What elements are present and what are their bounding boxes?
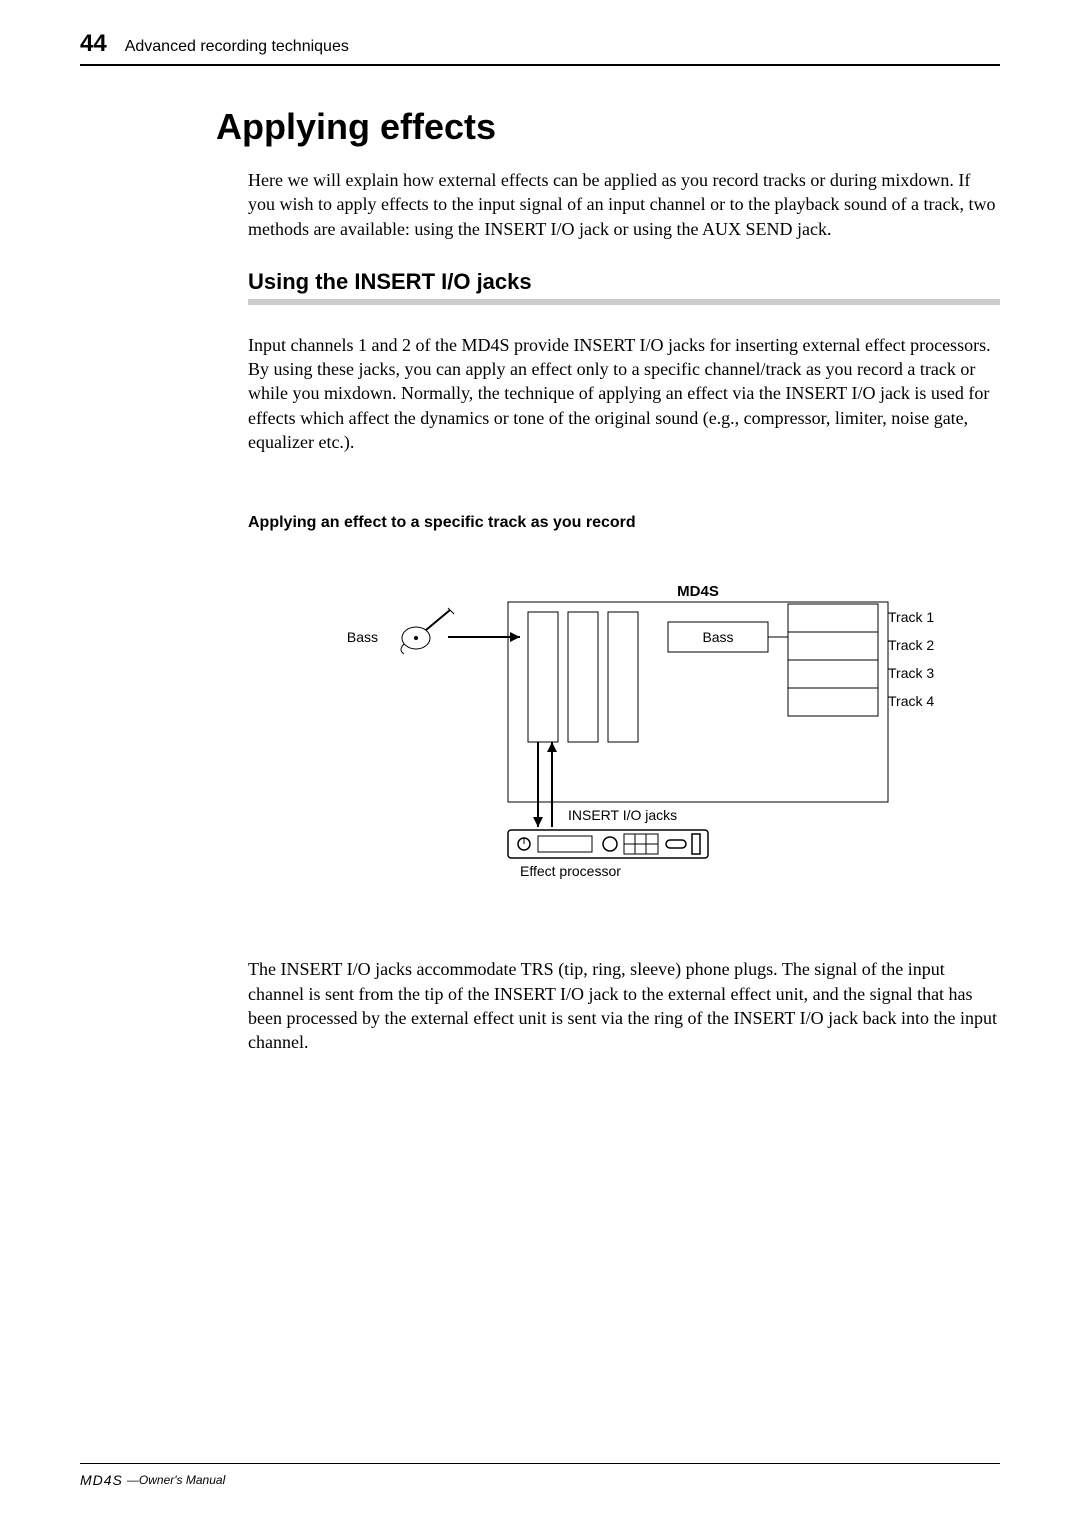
footer-brand: MD4S — [80, 1472, 123, 1488]
section-title: Applying effects — [216, 106, 1000, 148]
sub-sub-title: Applying an effect to a specific track a… — [248, 514, 1000, 532]
signal-flow-diagram: MD4S Bass Track 1 Track 2 Track 3 Track … — [248, 572, 1000, 897]
diagram-track-1-label: Track 1 — [888, 609, 934, 625]
diagram-device-label: MD4S — [677, 583, 719, 600]
page-header: 44 Advanced recording techniques — [80, 30, 1000, 66]
diagram-processor-label: Effect processor — [520, 863, 621, 879]
page-number: 44 — [80, 30, 107, 58]
diagram-track-2-label: Track 2 — [888, 637, 934, 653]
footer-text: —Owner's Manual — [127, 1473, 225, 1487]
intro-paragraph: Here we will explain how external effect… — [248, 168, 1000, 241]
diagram-insert-label: INSERT I/O jacks — [568, 807, 677, 823]
diagram-channel-box-label: Bass — [702, 629, 733, 645]
header-section-name: Advanced recording techniques — [125, 38, 349, 56]
diagram-input-label: Bass — [347, 629, 378, 645]
diagram-track-3-label: Track 3 — [888, 665, 934, 681]
diagram-track-4-label: Track 4 — [888, 693, 934, 709]
effect-processor-icon — [508, 830, 708, 858]
subsection-paragraph: Input channels 1 and 2 of the MD4S provi… — [248, 333, 1000, 454]
page-footer: MD4S —Owner's Manual — [80, 1463, 1000, 1488]
subsection-title: Using the INSERT I/O jacks — [248, 269, 1000, 295]
subsection-rule — [248, 299, 1000, 305]
guitar-icon — [401, 608, 454, 654]
post-diagram-paragraph: The INSERT I/O jacks accommodate TRS (ti… — [248, 957, 1000, 1054]
